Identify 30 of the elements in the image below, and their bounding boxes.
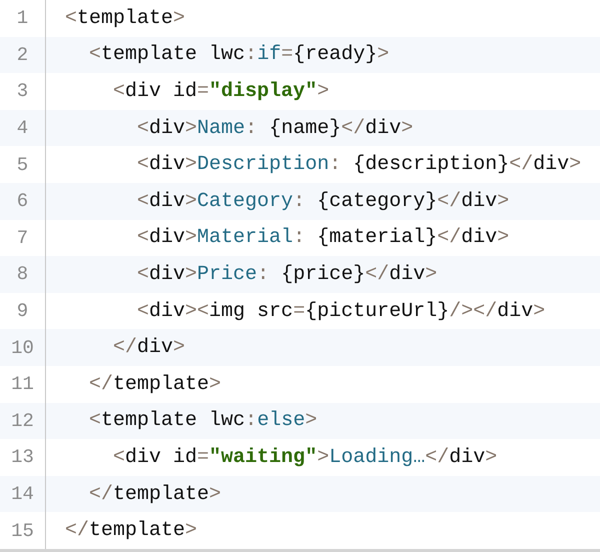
code-line: <template lwc:else> — [88, 409, 318, 432]
line-number: 8 — [16, 263, 28, 286]
code-line: <div><img src={pictureUrl}/></div> — [136, 300, 546, 323]
code-line: <div>Description: {description}</div> — [136, 153, 582, 176]
code-line: </template> — [88, 482, 222, 506]
line-number: 1 — [16, 7, 28, 30]
line-number: 13 — [11, 446, 34, 468]
code-line: <div id="display"> — [112, 80, 330, 103]
line-number: 10 — [11, 336, 34, 359]
code-line: </template> — [65, 519, 198, 542]
code-line: <template lwc:if={ready}> — [88, 43, 390, 66]
code-line: </div> — [112, 336, 186, 360]
line-number: 6 — [16, 190, 28, 212]
code-line: <div>Name: {name}</div> — [136, 116, 414, 140]
line-number: 2 — [16, 44, 28, 66]
line-number: 4 — [16, 117, 28, 140]
line-number: 14 — [11, 483, 34, 506]
code-line: <div id="waiting">Loading…</div> — [112, 446, 498, 469]
line-number: 3 — [16, 80, 28, 102]
code-line: <template> — [65, 6, 186, 30]
line-number: 15 — [11, 520, 34, 542]
code-line: <div>Price: {price}</div> — [136, 262, 438, 286]
code-line: </template> — [88, 372, 222, 396]
code-line: <div>Material: {material}</div> — [136, 226, 510, 250]
line-number: 7 — [16, 226, 28, 249]
line-number: 11 — [11, 373, 34, 396]
line-number: 5 — [16, 154, 28, 176]
code-line: <div>Category: {category}</div> — [136, 190, 510, 213]
line-number: 9 — [16, 300, 28, 322]
line-number: 12 — [11, 410, 34, 432]
